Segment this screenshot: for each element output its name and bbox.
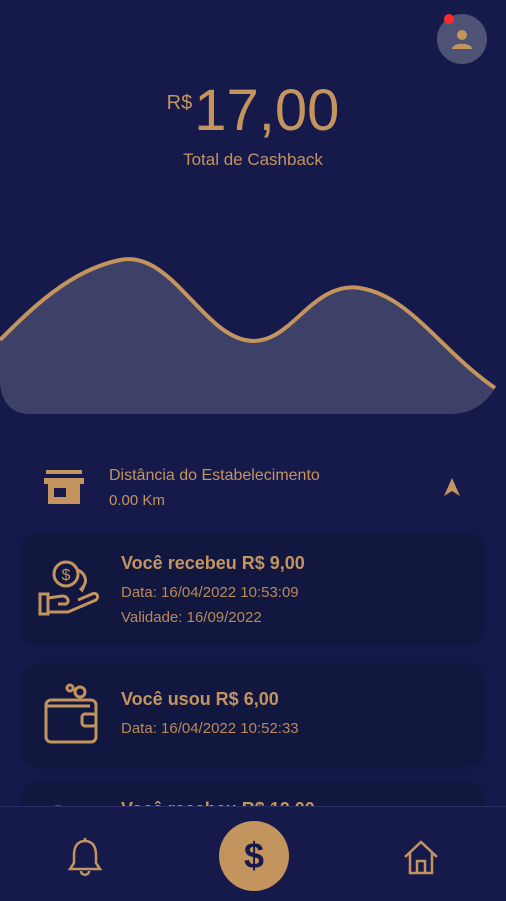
dollar-sign: $	[243, 835, 265, 876]
transaction-date: Data: 16/04/2022 10:53:09	[121, 584, 299, 601]
navigation-arrow-icon[interactable]	[441, 476, 463, 498]
cashback-total: R$17,00	[0, 78, 506, 144]
establishment-distance: Distância do Estabelecimento 0.00 Km	[0, 458, 506, 518]
bell-icon[interactable]	[66, 837, 104, 877]
currency-symbol: R$	[166, 92, 193, 114]
cashback-total-label: Total de Cashback	[183, 150, 323, 169]
bottom-navigation: $	[0, 806, 506, 901]
transaction-validity: Validade: 16/09/2022	[121, 609, 262, 626]
transaction-title: Você usou R$ 6,00	[121, 689, 279, 709]
transaction-date: Data: 16/04/2022 10:52:33	[121, 720, 299, 737]
cashback-center-button[interactable]: $	[219, 821, 289, 891]
distance-title: Distância do Estabelecimento	[109, 467, 320, 484]
cashback-amount: 17,00	[194, 78, 340, 143]
user-icon	[452, 30, 472, 49]
store-icon	[44, 470, 84, 504]
home-icon[interactable]	[401, 837, 441, 877]
coin-hand-icon: $	[38, 560, 100, 616]
distance-value: 0.00 Km	[109, 492, 165, 509]
transaction-title: Você recebeu R$ 9,00	[121, 553, 305, 573]
wallet-icon	[44, 683, 98, 744]
transaction-card[interactable]: $ Você recebeu R$ 9,00 Data: 16/04/2022 …	[22, 534, 484, 642]
wave-decoration	[0, 257, 497, 414]
svg-text:$: $	[62, 567, 71, 584]
transaction-card[interactable]: Você usou R$ 6,00 Data: 16/04/2022 10:52…	[22, 664, 484, 764]
notification-dot	[444, 14, 454, 24]
